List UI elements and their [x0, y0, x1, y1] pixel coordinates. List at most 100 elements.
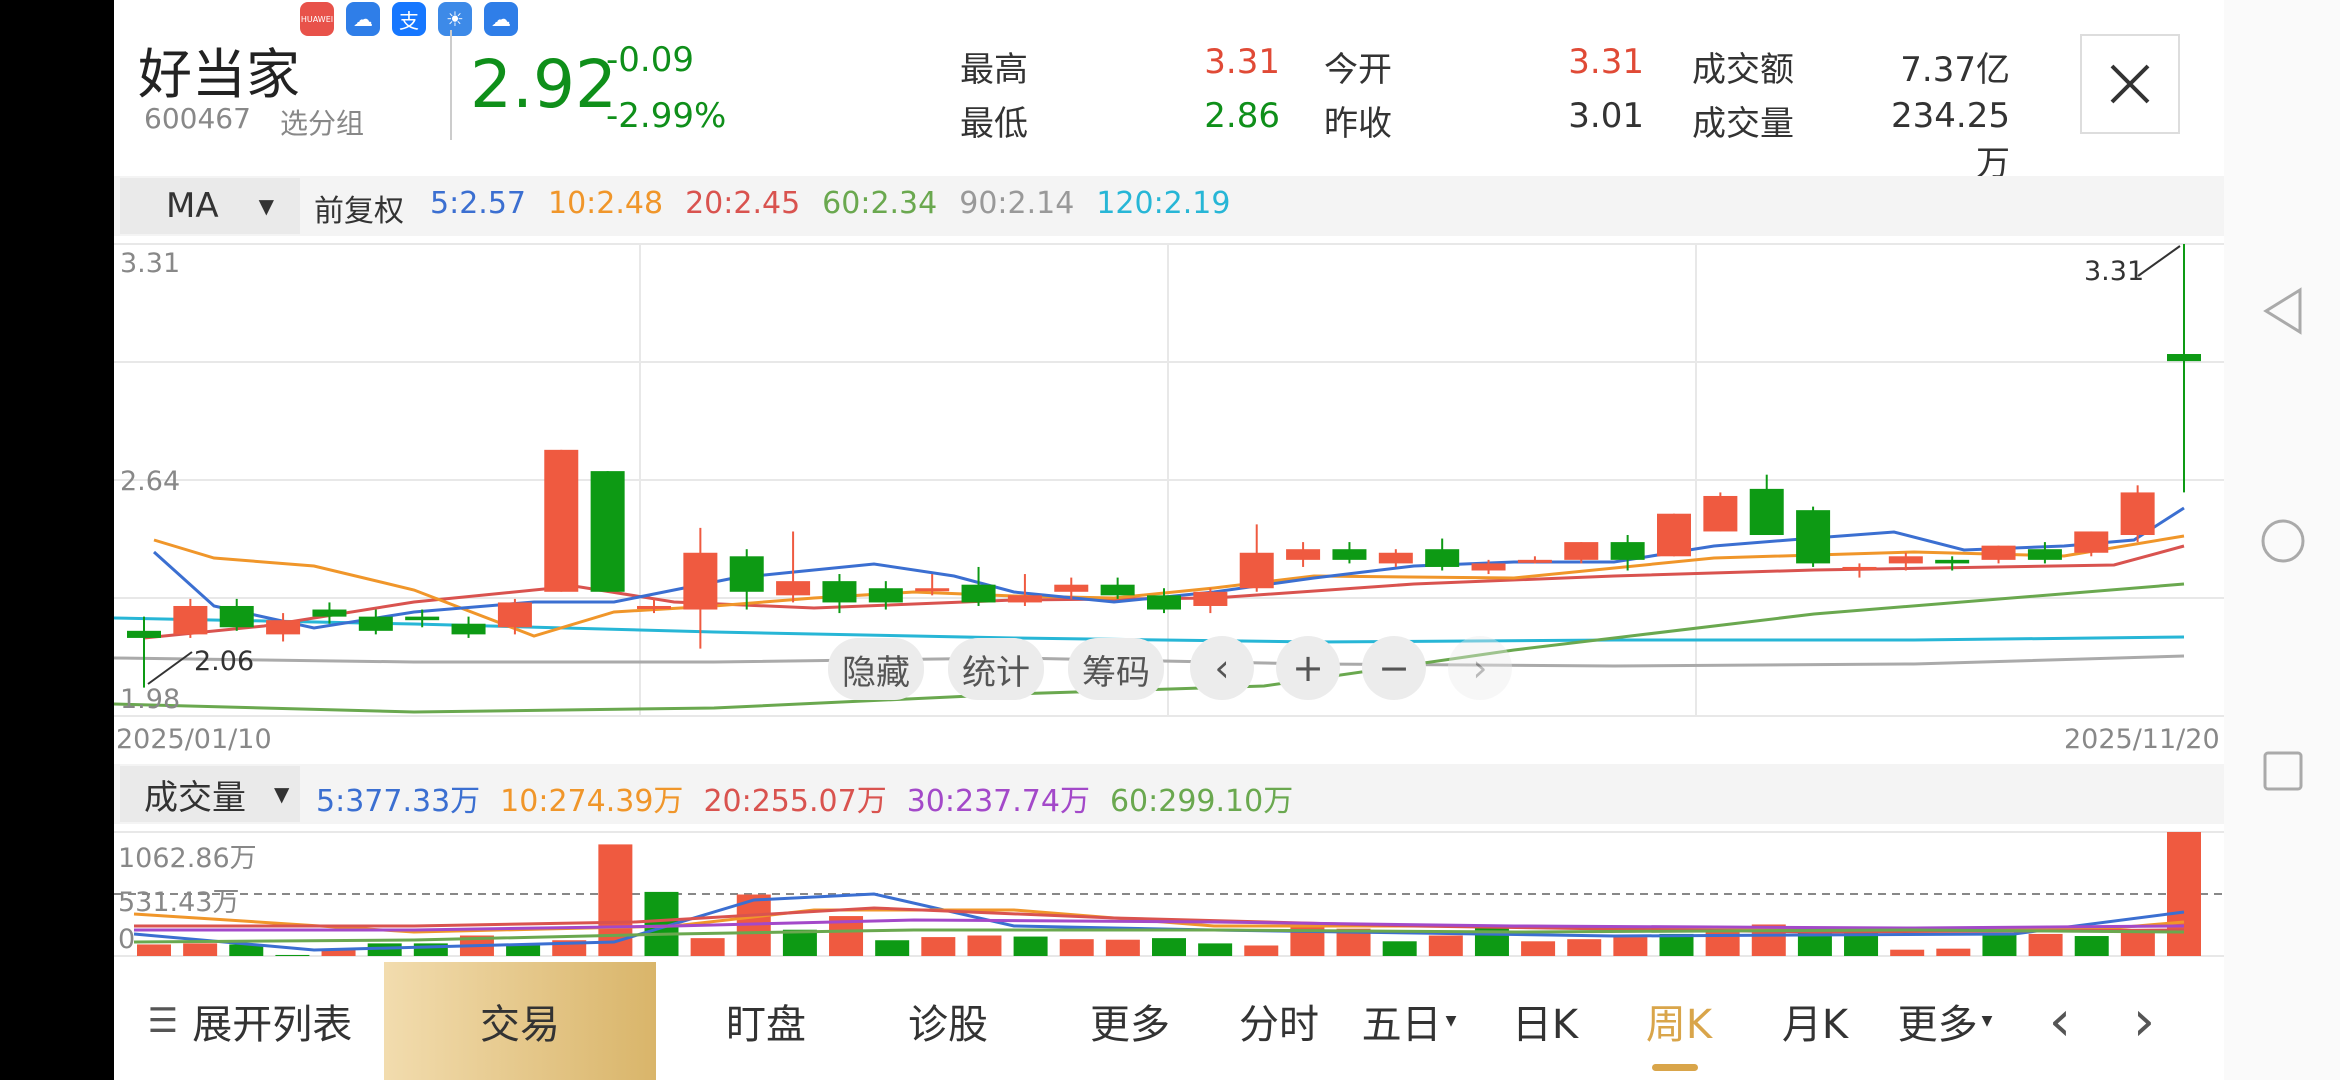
more-period-tab[interactable]: 更多 ▼ — [1880, 962, 2010, 1080]
left-bezel — [0, 0, 114, 1080]
candle-body — [729, 556, 764, 592]
minus-icon[interactable]: − — [1362, 636, 1426, 700]
volume-bar — [782, 929, 817, 956]
volume-bar — [921, 937, 956, 956]
stat-label-low: 最低 — [960, 104, 1028, 144]
volume-chart[interactable] — [114, 830, 2224, 960]
ma-item: 90:2.14 — [959, 186, 1075, 221]
volume-bar — [2028, 933, 2063, 956]
candles — [127, 244, 2201, 688]
date-end: 2025/11/20 — [2064, 724, 2220, 755]
weekly-k-tab[interactable]: 周K — [1614, 962, 1744, 1080]
candle-body — [173, 605, 208, 635]
volume-bar — [690, 938, 725, 956]
candle-body — [1981, 545, 2016, 560]
candle-body — [683, 552, 718, 610]
stock-code: 600467 — [144, 102, 251, 135]
volume-bar — [875, 940, 910, 956]
candle-body — [1425, 549, 1460, 567]
candle-body — [2074, 531, 2109, 553]
chevron-left-icon[interactable]: ‹ — [2020, 962, 2100, 1080]
volume-bar — [2167, 832, 2201, 956]
volume-bar — [1244, 945, 1279, 956]
volume-bar — [1936, 948, 1971, 956]
chips-button[interactable]: 筹码 — [1068, 638, 1164, 700]
volume-selector[interactable]: 成交量 ▼ — [120, 766, 300, 822]
volume-bar — [137, 944, 171, 956]
ma-item: 60:2.34 — [822, 186, 938, 221]
candle-body — [127, 630, 161, 638]
trade-button[interactable]: 交易 — [384, 962, 656, 1080]
intraday-tab[interactable]: 分时 — [1214, 962, 1344, 1080]
price-y-max: 3.31 — [120, 248, 181, 279]
candle-body — [1193, 591, 1228, 606]
stat-label-high: 最高 — [960, 50, 1028, 90]
candle-body — [451, 623, 486, 635]
chevron-right-icon[interactable]: › — [2104, 962, 2184, 1080]
candle-body — [961, 584, 996, 603]
candle-body — [1610, 542, 1645, 560]
candle-body — [1703, 495, 1738, 532]
volume-item: 20:255.07万 — [703, 784, 887, 819]
ma-item: 120:2.19 — [1096, 186, 1231, 221]
volume-item: 5:377.33万 — [316, 784, 481, 819]
volume-bar — [1382, 941, 1417, 956]
chevron-right-icon[interactable]: › — [1448, 636, 1512, 700]
more-tab[interactable]: 更多 — [1040, 962, 1220, 1080]
dropdown-arrow-icon: ▼ — [258, 194, 274, 218]
candle-body — [590, 471, 625, 592]
volume-y-zero: 0 — [118, 924, 136, 955]
adjust-mode[interactable]: 前复权 — [314, 186, 404, 230]
candle-body — [358, 616, 393, 631]
diagnose-tab[interactable]: 诊股 — [858, 962, 1038, 1080]
candle-body — [1286, 549, 1321, 560]
home-circle-icon[interactable] — [2260, 518, 2306, 564]
candle-body — [637, 605, 671, 609]
android-nav-bar — [2224, 0, 2340, 1080]
expand-list-button[interactable]: ☰ 展开列表 — [130, 962, 370, 1080]
price-change-pct: -2.99% — [606, 96, 727, 136]
candle-body — [405, 616, 440, 621]
price-chart[interactable] — [114, 240, 2224, 720]
back-triangle-icon[interactable] — [2262, 286, 2304, 336]
plus-icon[interactable]: + — [1276, 636, 1340, 700]
volume-bar — [1844, 932, 1879, 956]
monthly-k-tab[interactable]: 月K — [1750, 962, 1880, 1080]
daily-k-tab[interactable]: 日K — [1480, 962, 1610, 1080]
watch-tab[interactable]: 盯盘 — [676, 962, 856, 1080]
volume-y-max: 1062.86万 — [118, 843, 257, 874]
price-y-mid: 2.64 — [120, 466, 181, 497]
candle-body — [915, 588, 950, 592]
candle-body — [1332, 549, 1367, 560]
volume-bar — [1521, 941, 1556, 956]
five-day-tab[interactable]: 五日 ▼ — [1344, 962, 1474, 1080]
ma120-line — [114, 616, 2185, 644]
volume-item: 10:274.39万 — [500, 784, 684, 819]
group-selector[interactable]: 选分组 — [280, 102, 364, 142]
candle-body — [868, 588, 903, 603]
dropdown-arrow-icon: ▼ — [1445, 1013, 1457, 1029]
volume-bar — [1105, 939, 1140, 956]
ma-item: 10:2.48 — [548, 186, 664, 221]
chevron-left-icon[interactable]: ‹ — [1190, 636, 1254, 700]
volume-bar — [2120, 931, 2155, 956]
volume-item: 60:299.10万 — [1109, 784, 1294, 819]
volume-bar — [967, 935, 1002, 956]
recents-square-icon[interactable] — [2262, 750, 2304, 792]
ma-selector[interactable]: MA ▼ — [120, 178, 300, 234]
ma-selector-label: MA — [166, 186, 219, 226]
stat-label-turnover: 成交额 — [1692, 50, 1794, 90]
alipay-icon: 支 — [392, 2, 426, 36]
candle-body — [2120, 492, 2155, 536]
stat-label-volume: 成交量 — [1692, 104, 1794, 144]
main-panel: HUAWEI ☁ 支 ☀ ☁ 好当家 600467 选分组 2.92 -0.09… — [114, 0, 2224, 1080]
high-marker-arrow — [2137, 245, 2181, 277]
cloud-icon: ☁ — [484, 2, 518, 36]
stats-button[interactable]: 统计 — [948, 638, 1044, 700]
candle-body — [2027, 549, 2062, 560]
low-marker-arrow — [147, 651, 193, 685]
hide-button[interactable]: 隐藏 — [828, 638, 924, 700]
volume-y-mid: 531.43万 — [118, 887, 240, 918]
candle-body — [1842, 566, 1877, 570]
close-button[interactable] — [2080, 34, 2180, 134]
